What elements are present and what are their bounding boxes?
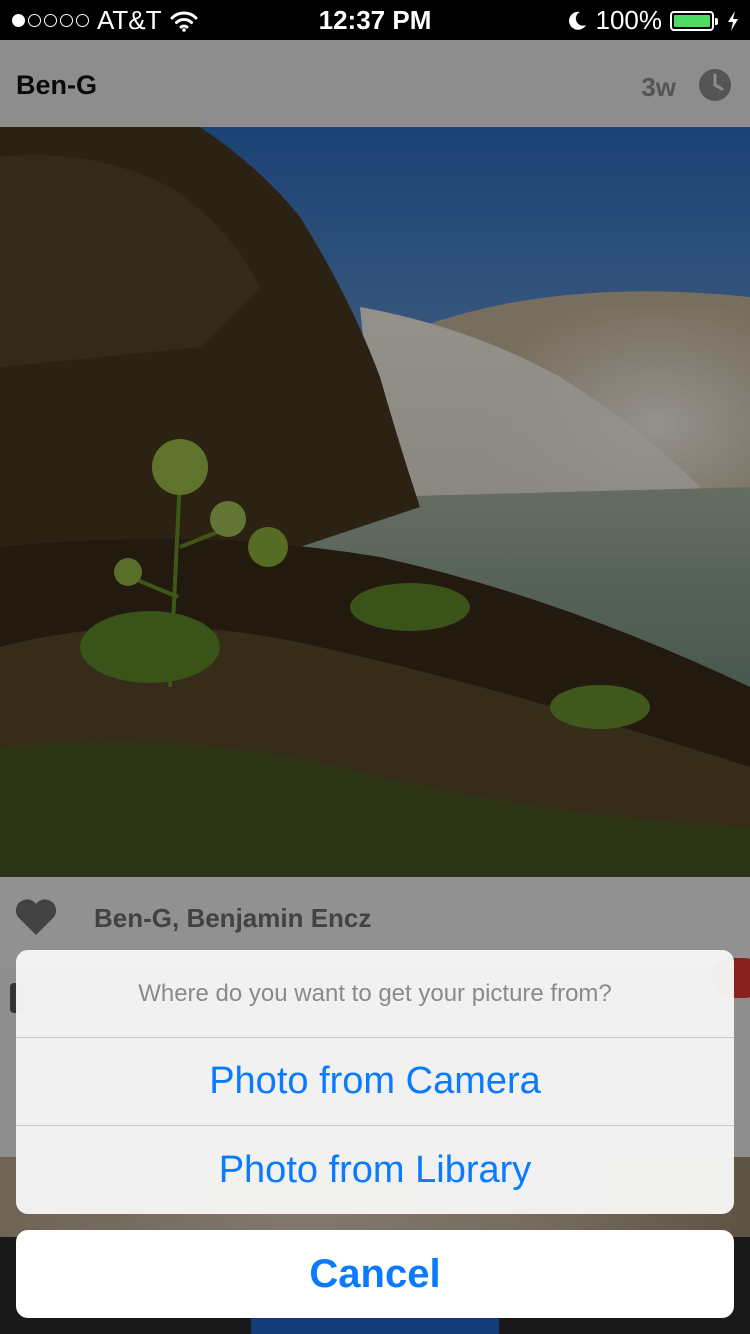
action-sheet-title: Where do you want to get your picture fr… (16, 950, 734, 1038)
action-sheet: Where do you want to get your picture fr… (16, 950, 734, 1214)
screen: AT&T 12:37 PM 100% Ben-G 3w Ben-G, Benja… (0, 0, 750, 1334)
photo-from-library-button[interactable]: Photo from Library (16, 1126, 734, 1214)
status-bar: AT&T 12:37 PM 100% (0, 0, 750, 40)
bolt-icon (728, 10, 738, 31)
moon-icon (568, 11, 586, 30)
battery-level (674, 14, 710, 27)
status-right: 100% (566, 5, 741, 36)
battery-percent: 100% (595, 5, 663, 35)
cancel-button[interactable]: Cancel (16, 1230, 734, 1318)
battery-icon (670, 10, 718, 31)
photo-from-camera-button[interactable]: Photo from Camera (16, 1038, 734, 1126)
